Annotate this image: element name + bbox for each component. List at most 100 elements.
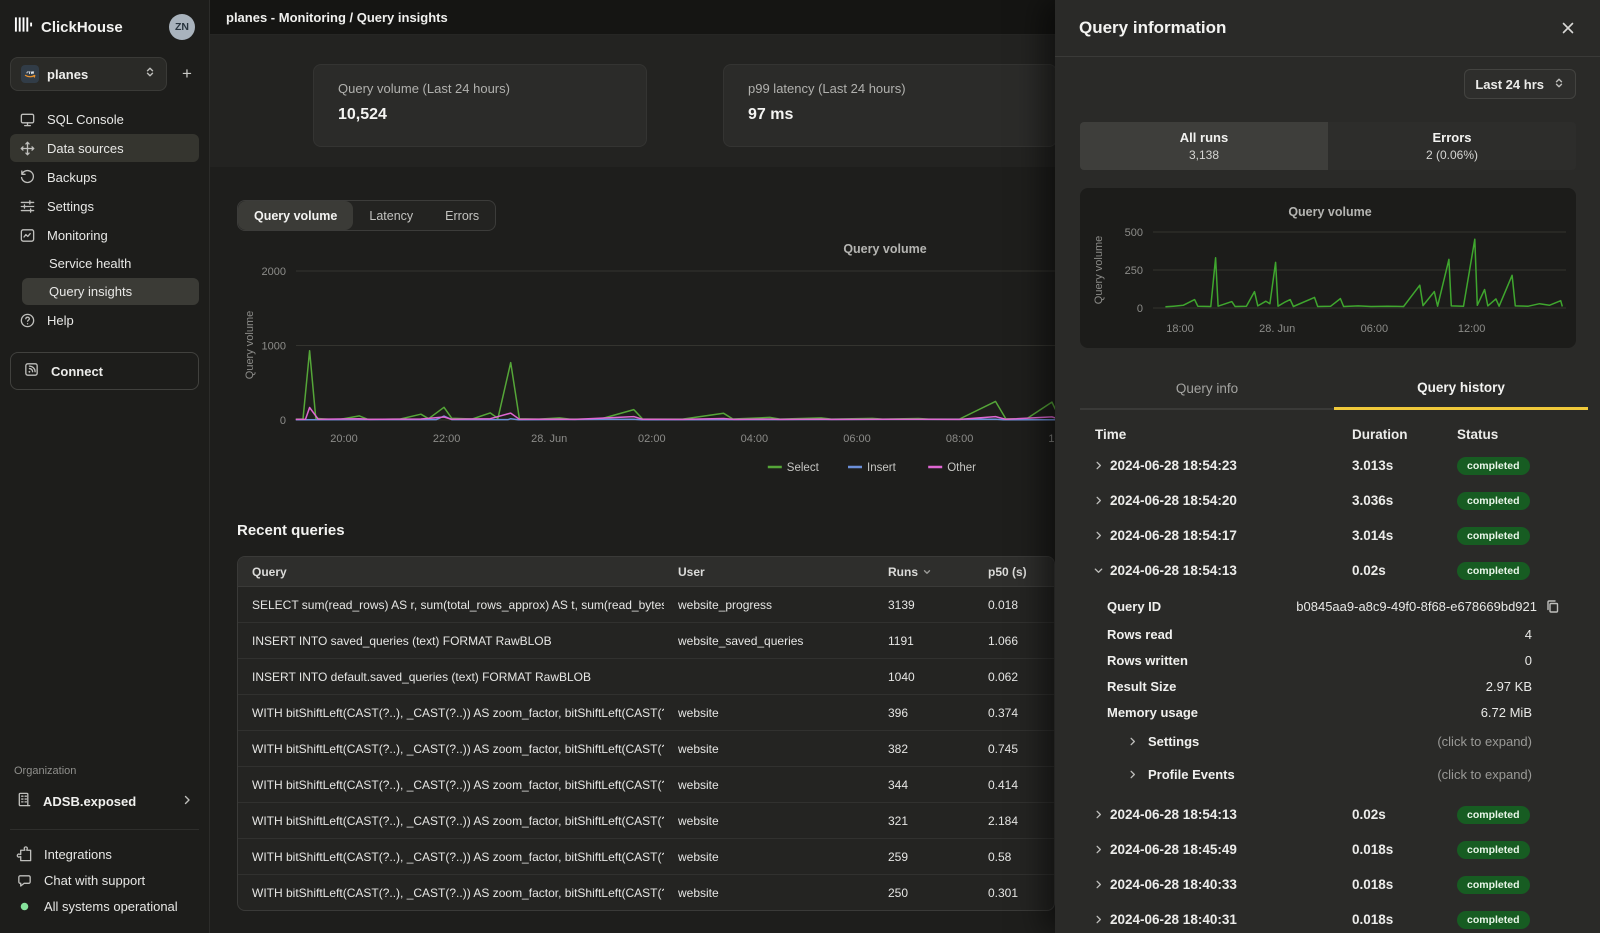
status-badge: completed <box>1457 911 1530 929</box>
detail-label: Rows read <box>1107 627 1173 642</box>
chevron-right-icon <box>1093 879 1104 890</box>
column-header-duration: Duration <box>1342 427 1457 442</box>
svg-text:08:00: 08:00 <box>946 433 974 445</box>
segment-all-runs[interactable]: All runs 3,138 <box>1080 122 1328 170</box>
table-row[interactable]: WITH bitShiftLeft(CAST(?..), _CAST(?..))… <box>238 839 1054 875</box>
sidebar-item-monitoring[interactable]: Monitoring <box>10 221 199 249</box>
time-range-select[interactable]: Last 24 hrs <box>1464 69 1576 99</box>
history-time: 2024-06-28 18:54:13 <box>1110 563 1342 578</box>
cell-p50: 0.374 <box>974 706 1054 720</box>
table-row[interactable]: WITH bitShiftLeft(CAST(?..), _CAST(?..))… <box>238 803 1054 839</box>
service-select[interactable]: planes <box>10 57 167 91</box>
table-row[interactable]: INSERT INTO default.saved_queries (text)… <box>238 659 1054 695</box>
sidebar-item-data-sources[interactable]: Data sources <box>10 134 199 162</box>
cell-query: INSERT INTO saved_queries (text) FORMAT … <box>238 634 664 648</box>
history-row[interactable]: 2024-06-28 18:54:233.013scompleted <box>1080 448 1576 483</box>
table-row[interactable]: WITH bitShiftLeft(CAST(?..), _CAST(?..))… <box>238 731 1054 767</box>
cell-query: WITH bitShiftLeft(CAST(?..), _CAST(?..))… <box>238 778 664 792</box>
mini-query-volume-chart: Query volumeQuery volume025050018:0028. … <box>1080 188 1576 348</box>
brand[interactable]: ClickHouse ZN <box>10 10 199 42</box>
cell-query: WITH bitShiftLeft(CAST(?..), _CAST(?..))… <box>238 814 664 828</box>
settings-icon <box>19 198 36 215</box>
table-row[interactable]: WITH bitShiftLeft(CAST(?..), _CAST(?..))… <box>238 695 1054 731</box>
history-row[interactable]: 2024-06-28 18:54:130.02scompleted <box>1080 553 1576 588</box>
expander-settings[interactable]: Settings(click to expand) <box>1080 725 1576 758</box>
history-row[interactable]: 2024-06-28 18:40:330.018scompleted <box>1080 867 1576 902</box>
detail-label: Result Size <box>1107 679 1176 694</box>
query-volume-chart: Query volumeQuery volume01000200020:0022… <box>237 238 1087 488</box>
svg-text:1000: 1000 <box>262 341 286 353</box>
footer-item-integrations[interactable]: Integrations <box>10 841 199 867</box>
footer-item-all-systems-operational[interactable]: All systems operational <box>10 893 199 919</box>
segment-label: All runs <box>1180 130 1228 145</box>
drawer-tabs: Query info Query history <box>1080 368 1588 410</box>
table-row[interactable]: INSERT INTO saved_queries (text) FORMAT … <box>238 623 1054 659</box>
svg-text:250: 250 <box>1125 265 1143 277</box>
copy-icon[interactable] <box>1545 599 1560 614</box>
history-time: 2024-06-28 18:54:20 <box>1110 493 1342 508</box>
connect-button[interactable]: Connect <box>10 352 199 390</box>
history-row[interactable]: 2024-06-28 18:54:203.036scompleted <box>1080 483 1576 518</box>
sidebar-item-service-health[interactable]: Service health <box>22 250 199 277</box>
chart-tabs: Query volumeLatencyErrors <box>237 200 496 231</box>
sidebar-item-label: Help <box>47 313 74 328</box>
column-header-runs[interactable]: Runs <box>874 565 974 579</box>
cell-user: website <box>664 742 874 756</box>
cell-runs: 1040 <box>874 670 974 684</box>
sidebar-item-help[interactable]: Help <box>10 306 199 334</box>
add-service-button[interactable]: + <box>175 64 199 84</box>
footer-item-chat-with-support[interactable]: Chat with support <box>10 867 199 893</box>
svg-text:2000: 2000 <box>262 266 286 278</box>
tab-errors[interactable]: Errors <box>429 201 495 230</box>
svg-text:02:00: 02:00 <box>638 433 666 445</box>
svg-text:12:00: 12:00 <box>1458 323 1486 335</box>
service-name: planes <box>47 67 136 82</box>
expanded-detail: Query IDb0845aa9-a8c9-49f0-8f68-e678669b… <box>1080 588 1576 797</box>
history-row[interactable]: 2024-06-28 18:40:310.018scompleted <box>1080 902 1576 933</box>
svg-text:04:00: 04:00 <box>741 433 769 445</box>
organization-row[interactable]: ADSB.exposed <box>10 786 199 816</box>
close-icon[interactable] <box>1560 20 1576 36</box>
table-row[interactable]: WITH bitShiftLeft(CAST(?..), _CAST(?..))… <box>238 875 1054 910</box>
history-row[interactable]: 2024-06-28 18:54:130.02scompleted <box>1080 797 1576 832</box>
sidebar-item-query-insights[interactable]: Query insights <box>22 278 199 305</box>
detail-label: Query ID <box>1107 599 1161 614</box>
tab-latency[interactable]: Latency <box>353 201 429 230</box>
organization-heading: Organization <box>14 765 195 777</box>
history-status: completed <box>1457 492 1576 510</box>
sidebar-item-settings[interactable]: Settings <box>10 192 199 220</box>
history-time: 2024-06-28 18:54:13 <box>1110 807 1342 822</box>
drawer-title: Query information <box>1079 18 1226 38</box>
column-header-user[interactable]: User <box>664 565 874 579</box>
chevron-right-icon <box>1080 495 1110 506</box>
tab-query-volume[interactable]: Query volume <box>238 201 353 230</box>
segment-errors[interactable]: Errors 2 (0.06%) <box>1328 122 1576 170</box>
chevron-right-icon <box>1080 844 1110 855</box>
backups-icon <box>19 169 36 186</box>
svg-text:06:00: 06:00 <box>1361 323 1389 335</box>
recent-queries-title: Recent queries <box>237 522 345 539</box>
column-header-query[interactable]: Query <box>238 565 664 579</box>
detail-value: 2.97 KB <box>1486 679 1532 694</box>
history-header: TimeDurationStatus <box>1080 420 1576 448</box>
sidebar-item-sql-console[interactable]: SQL Console <box>10 105 199 133</box>
tab-query-info[interactable]: Query info <box>1080 368 1334 410</box>
query-history: TimeDurationStatus2024-06-28 18:54:233.0… <box>1080 420 1576 933</box>
history-duration: 0.02s <box>1342 563 1457 578</box>
history-row[interactable]: 2024-06-28 18:45:490.018scompleted <box>1080 832 1576 867</box>
avatar[interactable]: ZN <box>169 14 195 40</box>
segment-value: 3,138 <box>1189 148 1219 162</box>
history-time: 2024-06-28 18:54:23 <box>1110 458 1342 473</box>
table-row[interactable]: WITH bitShiftLeft(CAST(?..), _CAST(?..))… <box>238 767 1054 803</box>
history-row[interactable]: 2024-06-28 18:54:173.014scompleted <box>1080 518 1576 553</box>
divider <box>10 829 199 830</box>
expander-profile-events[interactable]: Profile Events(click to expand) <box>1080 758 1576 791</box>
chevron-right-icon <box>1093 809 1104 820</box>
footer-item-label: Integrations <box>44 847 112 862</box>
svg-text:Query volume: Query volume <box>244 311 256 379</box>
table-row[interactable]: SELECT sum(read_rows) AS r, sum(total_ro… <box>238 587 1054 623</box>
tab-query-history[interactable]: Query history <box>1334 368 1588 410</box>
sidebar-item-backups[interactable]: Backups <box>10 163 199 191</box>
chevron-right-icon <box>1093 914 1104 925</box>
column-header-p50-s[interactable]: p50 (s) <box>974 565 1054 579</box>
